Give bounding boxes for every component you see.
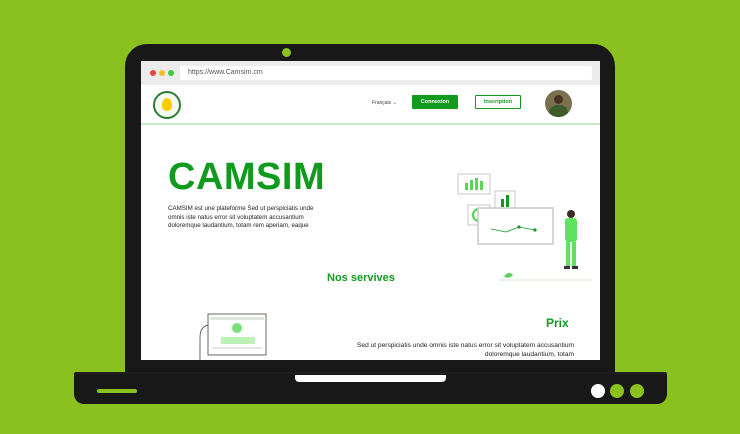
base-dot-white xyxy=(591,384,605,398)
user-avatar[interactable] xyxy=(545,90,572,117)
services-illustration xyxy=(199,313,267,360)
webcam-icon xyxy=(282,48,291,57)
laptop-screen: https://www.Camsim.cm Français ⌄ Connexi… xyxy=(141,61,600,360)
base-dot-green-2 xyxy=(630,384,644,398)
logo-emblem-icon xyxy=(162,98,172,111)
laptop-notch xyxy=(295,375,446,382)
status-indicator-bar xyxy=(97,389,137,393)
dashboard-panel xyxy=(477,207,554,245)
person-torso xyxy=(565,218,577,242)
chart-card-bars xyxy=(457,173,491,195)
connexion-button[interactable]: Connexion xyxy=(412,95,458,109)
browser-toolbar: https://www.Camsim.cm xyxy=(141,61,600,85)
inscription-button[interactable]: Inscription xyxy=(475,95,521,109)
plant-icon xyxy=(504,272,513,278)
site-header: Français ⌄ Connexion Inscription xyxy=(141,85,600,125)
prix-description: Sed ut perspiciatis unde omnis iste natu… xyxy=(357,342,574,358)
minimize-window-dot[interactable] xyxy=(159,70,165,76)
address-bar[interactable]: https://www.Camsim.cm xyxy=(180,66,592,80)
maximize-window-dot[interactable] xyxy=(168,70,174,76)
avatar-body xyxy=(549,105,568,117)
language-label: Français xyxy=(372,100,392,106)
language-selector[interactable]: Français ⌄ xyxy=(372,100,397,106)
base-dot-green-1 xyxy=(610,384,624,398)
analytics-illustration xyxy=(457,173,591,281)
avatar-head xyxy=(554,95,563,104)
services-heading: Nos servives xyxy=(327,272,395,284)
hero-title: CAMSIM xyxy=(168,156,326,198)
hero-description: CAMSIM est une plateforme Sed ut perspic… xyxy=(168,205,314,229)
prix-heading: Prix xyxy=(546,316,569,330)
close-window-dot[interactable] xyxy=(150,70,156,76)
camsim-logo[interactable] xyxy=(153,91,181,119)
person-head xyxy=(567,210,575,218)
chevron-down-icon: ⌄ xyxy=(392,100,397,106)
